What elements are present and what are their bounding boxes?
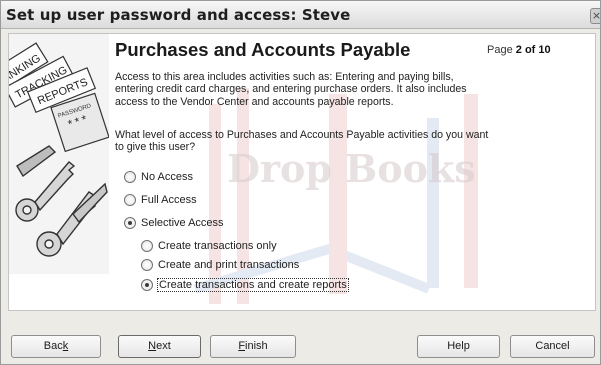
radio-label: Selective Access: [141, 217, 224, 229]
user-access-dialog: Set up user password and access: Steve ×…: [0, 0, 601, 365]
radio-selective-access[interactable]: Selective Access: [124, 217, 224, 229]
back-label-part: Bac: [43, 340, 63, 352]
radio-no-access[interactable]: No Access: [124, 171, 193, 183]
radio-label: Create transactions and create reports: [157, 278, 349, 292]
radio-circle[interactable]: [141, 259, 153, 271]
content-panel: Drop Books BANKING TRACKING REPORTS PASS…: [8, 33, 596, 311]
window-title: Set up user password and access: Steve: [6, 6, 351, 24]
access-question: What level of access to Purchases and Ac…: [115, 129, 489, 154]
security-illustration: BANKING TRACKING REPORTS PASSWORD ***: [9, 34, 109, 274]
help-button[interactable]: Help: [417, 335, 500, 358]
next-accelerator: N: [148, 340, 157, 352]
radio-circle[interactable]: [124, 194, 136, 206]
page-indicator: Page 2 of 10: [487, 44, 551, 56]
title-bar: Set up user password and access: Steve ×: [1, 1, 600, 29]
radio-circle[interactable]: [124, 171, 136, 183]
radio-label: No Access: [141, 171, 193, 183]
back-button[interactable]: Back: [11, 335, 101, 358]
radio-label: Full Access: [141, 194, 197, 206]
radio-full-access[interactable]: Full Access: [124, 194, 197, 206]
radio-create-transactions-only[interactable]: Create transactions only: [141, 240, 277, 252]
page-indicator-value: 2 of 10: [515, 44, 551, 56]
radio-circle-selected[interactable]: [124, 217, 136, 229]
cancel-button[interactable]: Cancel: [510, 335, 595, 358]
section-description: Access to this area includes activities …: [115, 71, 467, 108]
radio-label: Create and print transactions: [158, 259, 300, 271]
page-title: Purchases and Accounts Payable: [115, 39, 411, 60]
radio-label: Create transactions only: [158, 240, 277, 252]
radio-circle[interactable]: [141, 240, 153, 252]
radio-circle-selected[interactable]: [141, 279, 153, 291]
back-accelerator: k: [62, 340, 69, 352]
radio-create-and-reports[interactable]: Create transactions and create reports: [141, 278, 349, 292]
page-indicator-prefix: Page: [487, 44, 513, 56]
next-label-part: ext: [156, 340, 171, 352]
finish-button[interactable]: Finish: [210, 335, 296, 358]
radio-create-and-print[interactable]: Create and print transactions: [141, 259, 299, 271]
finish-label-part: inish: [245, 340, 268, 352]
close-icon[interactable]: ×: [590, 8, 600, 24]
next-button[interactable]: Next: [118, 335, 201, 358]
